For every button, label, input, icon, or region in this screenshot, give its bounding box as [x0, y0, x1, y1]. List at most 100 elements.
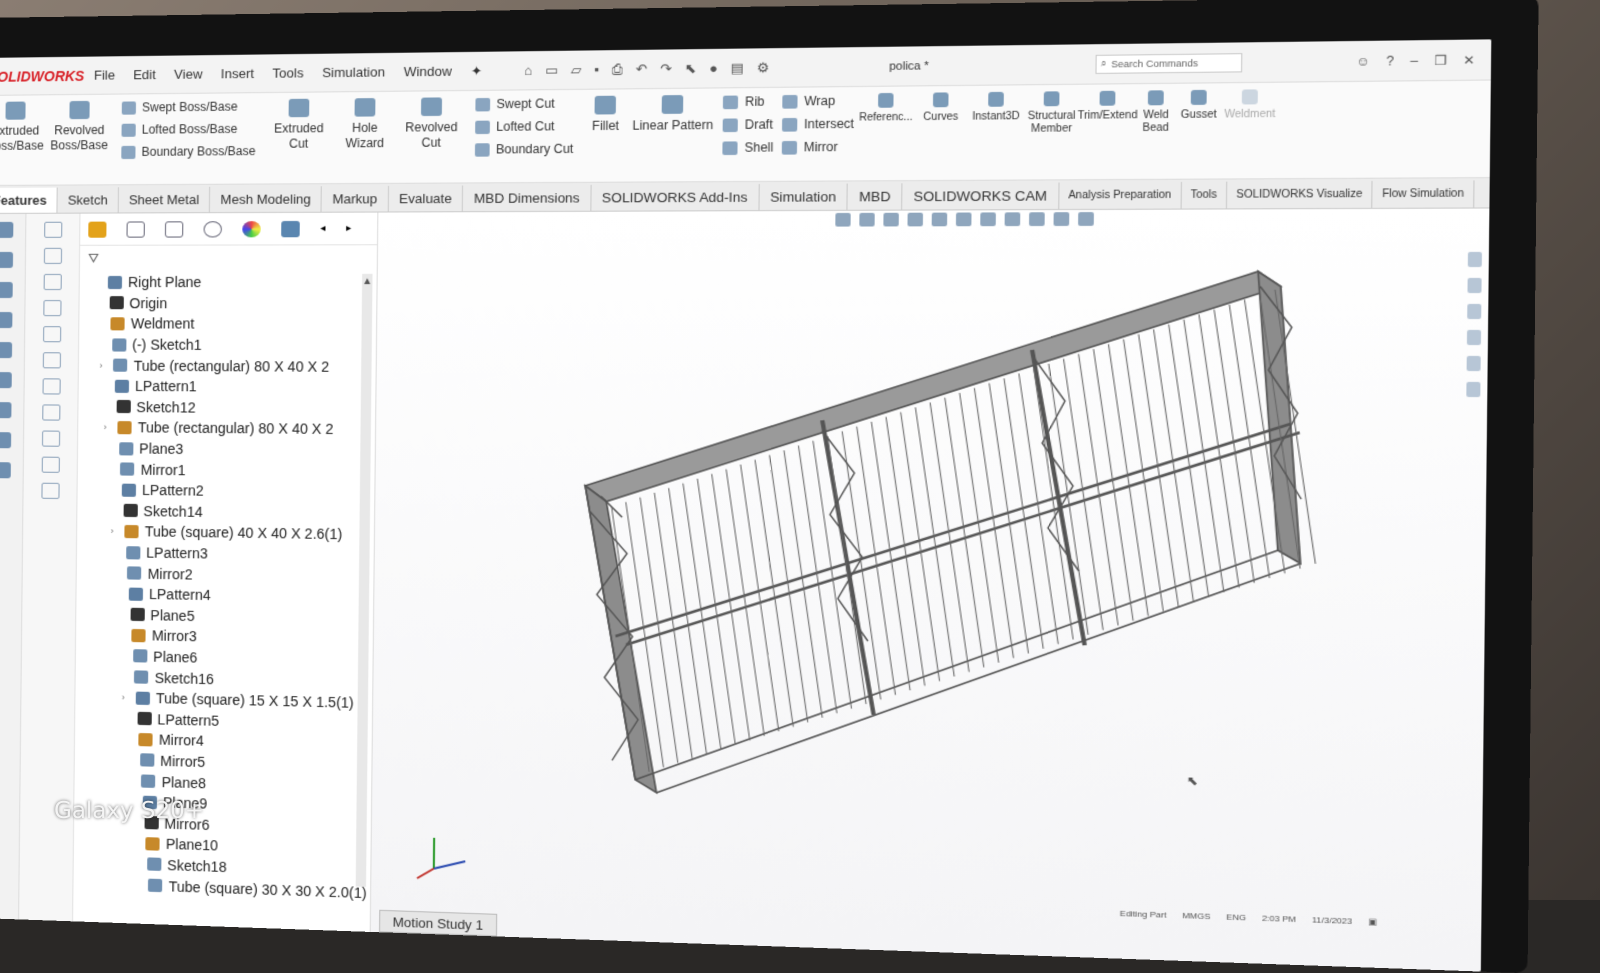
graphics-area[interactable]: ⬉ Editing Part MMGS ENG 2:03 PM 11/3/202… — [371, 209, 1490, 972]
tab-analysis-preparation[interactable]: Analysis Preparation — [1059, 182, 1181, 209]
expand-arrow-icon[interactable]: › — [110, 526, 118, 536]
extruded-boss-button[interactable]: Extruded Boss/Base — [0, 101, 48, 154]
trim-extend-button[interactable]: Trim/Extend — [1079, 91, 1135, 123]
lofted-cut-button[interactable]: Lofted Cut — [475, 119, 574, 134]
structural-member-button[interactable]: Structural Member — [1024, 91, 1080, 136]
rib-button[interactable]: Rib — [723, 94, 774, 109]
notifications-icon[interactable]: ▣ — [1368, 917, 1377, 927]
copy-icon[interactable] — [44, 222, 62, 238]
paste-icon[interactable] — [43, 248, 61, 264]
tab-markup[interactable]: Markup — [322, 186, 389, 212]
instant3d-button[interactable]: Instant3D — [968, 92, 1024, 124]
tab-solidworks-visualize[interactable]: SOLIDWORKS Visualize — [1227, 181, 1373, 208]
settings-icon[interactable] — [0, 432, 11, 448]
configuration-manager-icon[interactable] — [165, 221, 183, 237]
sheet-icon[interactable] — [43, 300, 61, 316]
tab-mbd-dimensions[interactable]: MBD Dimensions — [463, 185, 591, 211]
measure-icon[interactable] — [42, 404, 60, 420]
home-pane-icon[interactable] — [1468, 252, 1482, 267]
tree-item[interactable]: Plane3 — [78, 438, 375, 462]
layers-icon[interactable] — [0, 372, 11, 388]
expand-arrow-icon[interactable]: › — [122, 692, 130, 702]
grid-icon[interactable] — [41, 457, 59, 473]
tab-solidworks-add-ins[interactable]: SOLIDWORKS Add-Ins — [591, 184, 759, 211]
display-manager-icon[interactable] — [242, 221, 261, 237]
sketch-tool-icon[interactable] — [0, 342, 12, 358]
units-status[interactable]: MMGS — [1182, 911, 1210, 922]
motion-study-tab[interactable]: Motion Study 1 — [379, 910, 497, 937]
tree-item[interactable]: ›Tube (rectangular) 80 X 40 X 2 — [78, 417, 375, 440]
tree-item[interactable]: Sketch12 — [78, 396, 375, 419]
tree-item[interactable]: Origin — [79, 293, 376, 314]
display-icon[interactable] — [41, 431, 59, 447]
menu-file[interactable]: File — [94, 67, 115, 83]
menu-edit[interactable]: Edit — [133, 66, 156, 82]
menu-view[interactable]: View — [174, 66, 203, 83]
feature-manager-icon[interactable] — [88, 221, 106, 237]
mirror-button[interactable]: Mirror — [782, 139, 854, 154]
tab-simulation[interactable]: Simulation — [759, 184, 848, 211]
boundary-cut-button[interactable]: Boundary Cut — [475, 142, 574, 157]
menu-insert[interactable]: Insert — [221, 65, 254, 82]
file-properties-icon[interactable]: ▤ — [731, 60, 744, 77]
design-library-icon[interactable] — [1467, 304, 1481, 319]
assembly-icon[interactable] — [0, 282, 12, 298]
component-icon[interactable] — [0, 312, 12, 328]
resources-pane-icon[interactable] — [1467, 278, 1481, 293]
print-icon[interactable]: ⎙ — [612, 61, 623, 78]
tab-tools[interactable]: Tools — [1181, 182, 1227, 209]
menu-tools[interactable]: Tools — [272, 65, 303, 82]
tree-filter[interactable]: ⛛ — [80, 245, 377, 272]
swept-cut-button[interactable]: Swept Cut — [475, 96, 574, 111]
close-icon[interactable]: ✕ — [1463, 52, 1475, 67]
home-icon[interactable]: ⌂ — [524, 62, 532, 79]
revolved-cut-button[interactable]: Revolved Cut — [398, 97, 465, 151]
frame-icon[interactable] — [42, 352, 60, 368]
draft-button[interactable]: Draft — [723, 117, 774, 132]
chevron-left-icon[interactable]: ◂ — [320, 223, 325, 234]
hole-wizard-button[interactable]: Hole Wizard — [332, 98, 399, 152]
shell-button[interactable]: Shell — [723, 140, 774, 155]
appearance-icon[interactable] — [0, 402, 11, 418]
scroll-up-icon[interactable]: ▲ — [362, 276, 372, 287]
reference-geometry-button[interactable]: Referenc... — [858, 93, 913, 125]
lofted-boss-button[interactable]: Lofted Boss/Base — [122, 122, 256, 137]
minimize-icon[interactable]: – — [1410, 53, 1418, 68]
tab-mbd[interactable]: MBD — [848, 183, 903, 209]
fillet-button[interactable]: Fillet — [584, 96, 627, 135]
menu-window[interactable]: Window — [404, 63, 452, 80]
stack-icon[interactable] — [43, 326, 61, 342]
open-folder-icon[interactable]: ▱ — [571, 61, 582, 78]
tree-item[interactable]: ›Tube (rectangular) 80 X 40 X 2 — [79, 355, 376, 377]
tree-item[interactable]: LPattern1 — [79, 375, 376, 398]
restore-icon[interactable]: ❐ — [1434, 52, 1447, 67]
select-pointer-icon[interactable]: ⬉ — [685, 60, 697, 77]
boundary-boss-button[interactable]: Boundary Boss/Base — [121, 144, 255, 159]
search-commands-box[interactable]: ⌕ Search Commands — [1095, 53, 1242, 74]
section-icon[interactable] — [41, 483, 59, 499]
weldment-button[interactable]: Weldment — [1221, 89, 1278, 122]
gusset-button[interactable]: Gusset — [1176, 90, 1222, 122]
tree-item[interactable]: Weldment — [79, 313, 376, 335]
document-icon[interactable] — [43, 274, 61, 290]
tab-solidworks-cam[interactable]: SOLIDWORKS CAM — [902, 183, 1059, 210]
tab-flow-simulation[interactable]: Flow Simulation — [1373, 180, 1475, 207]
wrap-button[interactable]: Wrap — [782, 93, 854, 108]
weld-bead-button[interactable]: Weld Bead — [1135, 90, 1176, 135]
tab-evaluate[interactable]: Evaluate — [389, 186, 464, 212]
help-icon[interactable]: ? — [1386, 53, 1394, 68]
tab-mesh-modeling[interactable]: Mesh Modeling — [210, 186, 322, 212]
file-explorer-icon[interactable] — [1467, 330, 1481, 345]
expand-arrow-icon[interactable]: › — [99, 360, 107, 370]
view-icon[interactable] — [42, 378, 60, 394]
options-gear-icon[interactable]: ⚙ — [757, 59, 770, 76]
cam-manager-icon[interactable] — [281, 220, 300, 236]
rebuild-icon[interactable]: ● — [709, 60, 718, 77]
curves-button[interactable]: Curves — [913, 92, 968, 124]
tab-features[interactable]: Features — [0, 188, 58, 213]
save-icon[interactable]: ▪ — [594, 61, 599, 78]
3d-view-icon[interactable] — [0, 222, 13, 238]
swept-boss-button[interactable]: Swept Boss/Base — [122, 99, 256, 114]
extruded-cut-button[interactable]: Extruded Cut — [266, 99, 332, 152]
undo-icon[interactable]: ↶ — [636, 61, 648, 78]
